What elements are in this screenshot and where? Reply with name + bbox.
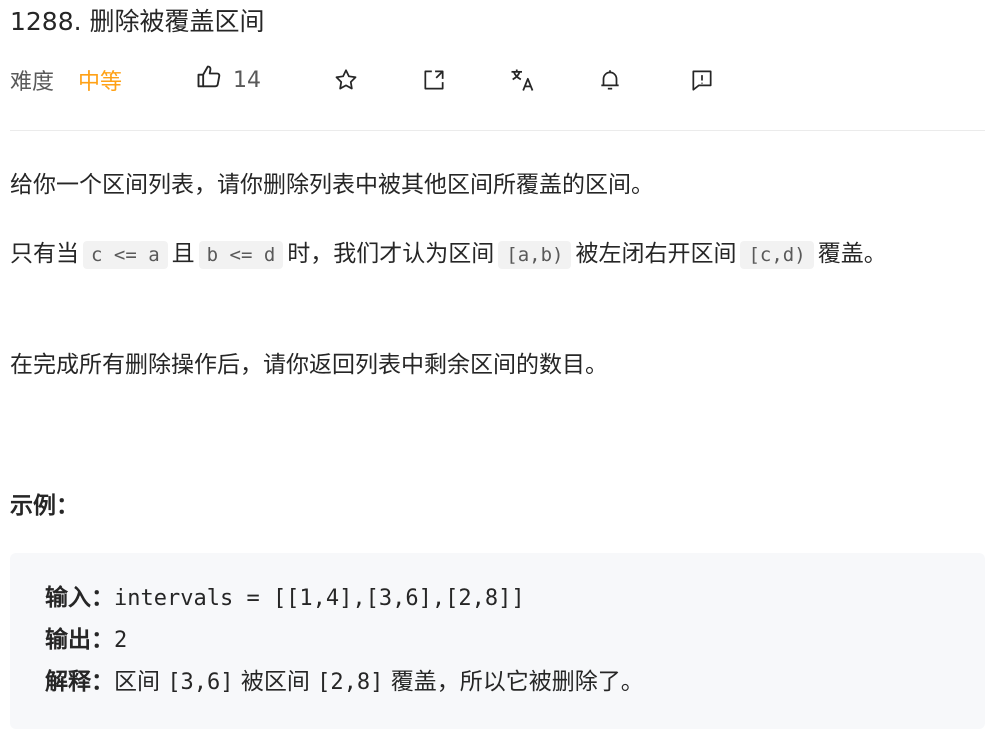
description-text: 覆盖。 — [817, 241, 887, 267]
star-icon — [333, 67, 359, 93]
example-input-value: intervals = [[1,4],[3,6],[2,8]] — [114, 586, 525, 611]
translate-icon — [508, 66, 536, 94]
translate-button[interactable] — [506, 64, 538, 96]
example-input: 输入：intervals = [[1,4],[3,6],[2,8]] — [45, 581, 525, 616]
description-paragraph-2: 只有当 c <= a且b <= d 时，我们才认为区间 [a,b) 被左闭右开区间 [c,… — [10, 236, 970, 273]
example-explain-code: [2,8] — [317, 670, 384, 695]
like-button[interactable]: 14 — [195, 60, 261, 100]
example-output-label: 输出： — [45, 627, 114, 653]
problem-title: 1288. 删除被覆盖区间 — [10, 7, 265, 36]
example-block: 输入：intervals = [[1,4],[3,6],[2,8]] 输出：2 … — [10, 553, 985, 729]
share-button[interactable] — [418, 64, 450, 96]
description-text: 被左闭右开区间 — [575, 241, 737, 267]
inline-code: [c,d) — [740, 241, 814, 269]
example-explain-code: [3,6] — [167, 670, 234, 695]
share-icon — [421, 67, 447, 93]
difficulty-label: 难度 — [10, 70, 55, 95]
example-explanation: 解释：区间 [3,6] 被区间 [2,8] 覆盖，所以它被删除了。 — [45, 665, 644, 700]
inline-code: b <= d — [198, 241, 284, 269]
description-paragraph-1: 给你一个区间列表，请你删除列表中被其他区间所覆盖的区间。 — [10, 172, 654, 198]
thumbs-up-icon — [195, 63, 223, 97]
example-output: 输出：2 — [45, 623, 127, 658]
feedback-button[interactable] — [686, 64, 718, 96]
description-text: 时，我们才认为区间 — [287, 241, 495, 267]
description-paragraph-3: 在完成所有删除操作后，请你返回列表中剩余区间的数目。 — [10, 352, 608, 378]
description-text: 只有当 — [10, 241, 79, 267]
inline-code: [a,b) — [498, 241, 572, 269]
inline-code: c <= a — [83, 241, 168, 269]
example-explain-text: 覆盖，所以它被删除了。 — [383, 669, 644, 695]
bell-icon — [597, 67, 623, 93]
example-input-label: 输入： — [45, 585, 114, 611]
difficulty-value: 中等 — [78, 70, 123, 95]
example-explain-text: 被区间 — [233, 669, 318, 695]
example-explain-label: 解释： — [45, 669, 114, 695]
favorite-button[interactable] — [330, 64, 362, 96]
example-heading: 示例： — [10, 493, 79, 519]
feedback-icon — [689, 67, 715, 93]
divider — [10, 130, 985, 131]
problem-meta-bar: 难度 中等 14 — [10, 60, 985, 100]
example-output-value: 2 — [114, 628, 128, 653]
like-count: 14 — [233, 67, 261, 93]
example-explain-text: 区间 — [114, 669, 168, 695]
difficulty: 难度 中等 — [10, 60, 122, 100]
description-text: 且 — [171, 241, 195, 267]
subscribe-button[interactable] — [594, 64, 626, 96]
